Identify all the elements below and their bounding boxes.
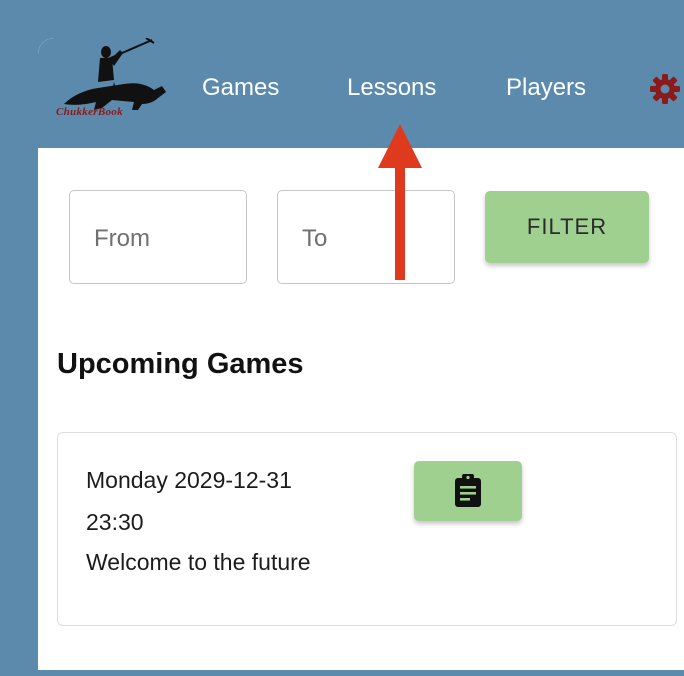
nav-players[interactable]: Players bbox=[506, 74, 586, 102]
nav-games[interactable]: Games bbox=[202, 74, 279, 102]
game-time: 23:30 bbox=[86, 509, 144, 535]
app-window: ChukkerBook Games Lessons Players From T… bbox=[38, 38, 684, 670]
filter-button[interactable]: FILTER bbox=[485, 191, 649, 263]
red-arrow-up-icon bbox=[378, 124, 422, 280]
logo-text: ChukkerBook bbox=[56, 106, 123, 118]
gear-icon[interactable] bbox=[650, 74, 684, 104]
game-details-button[interactable] bbox=[414, 461, 522, 521]
to-placeholder: To bbox=[302, 225, 328, 252]
from-date-field[interactable]: From bbox=[69, 190, 247, 284]
section-title: Upcoming Games bbox=[57, 348, 304, 380]
clipboard-icon bbox=[455, 474, 481, 507]
game-title: Welcome to the future bbox=[86, 549, 311, 575]
game-date: Monday 2029-12-31 bbox=[86, 467, 292, 493]
game-card: Monday 2029-12-31 23:30 Welcome to the f… bbox=[57, 432, 677, 626]
to-date-field[interactable]: To bbox=[277, 190, 455, 284]
navbar: ChukkerBook Games Lessons Players bbox=[38, 38, 684, 148]
from-placeholder: From bbox=[94, 225, 150, 252]
nav-lessons[interactable]: Lessons bbox=[347, 74, 436, 102]
